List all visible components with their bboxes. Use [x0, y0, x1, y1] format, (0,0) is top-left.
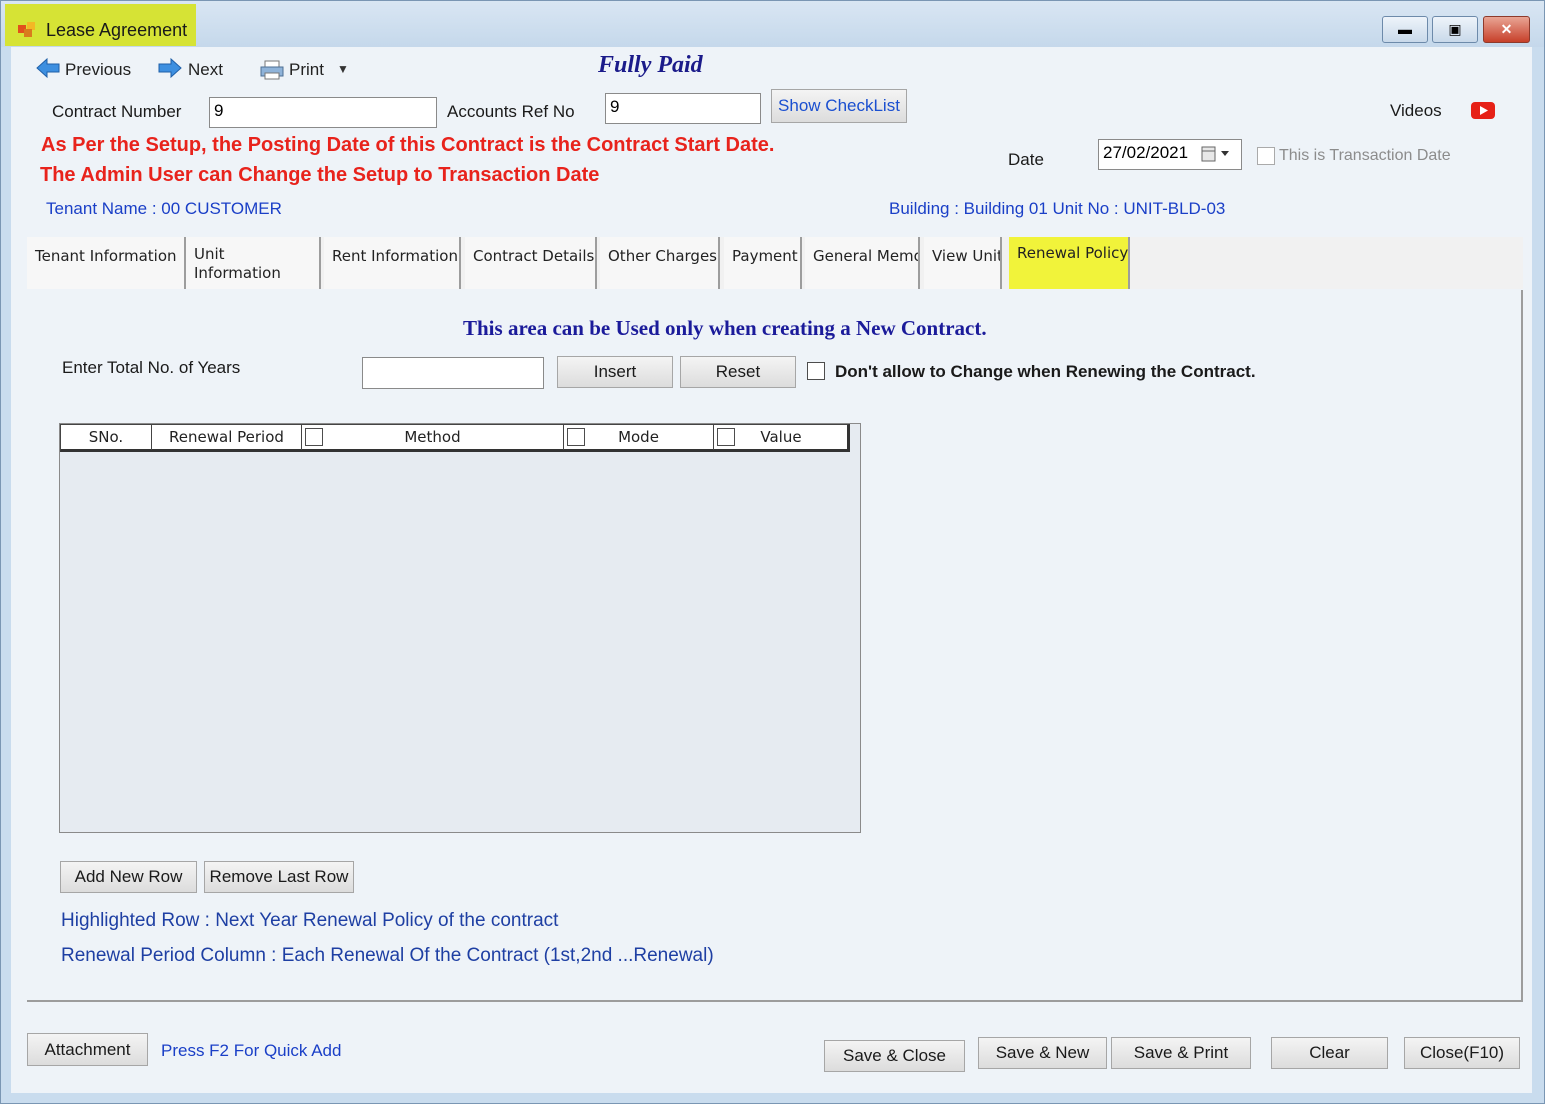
tab-other-charges[interactable]: Other Charges [600, 237, 720, 289]
transaction-date-label: This is Transaction Date [1279, 147, 1451, 164]
tenant-name: Tenant Name : 00 CUSTOMER [46, 199, 282, 218]
tab-payment[interactable]: Payment [724, 237, 802, 289]
column-value-label: Value [760, 428, 802, 446]
remove-last-row-button[interactable]: Remove Last Row [204, 861, 354, 893]
add-new-row-button[interactable]: Add New Row [60, 861, 197, 893]
transaction-date-checkbox[interactable] [1257, 147, 1275, 165]
method-select-all-checkbox[interactable] [305, 428, 323, 446]
dont-allow-change-checkbox[interactable] [807, 362, 825, 380]
tab-view-unit[interactable]: View Unit [924, 237, 1002, 289]
quick-add-hint: Press F2 For Quick Add [161, 1041, 342, 1060]
show-checklist-button[interactable]: Show CheckList [771, 89, 907, 123]
maximize-icon: ▣ [1448, 21, 1462, 37]
tab-rent-information[interactable]: Rent Information [324, 237, 461, 289]
minimize-button[interactable]: ▬ [1382, 16, 1428, 43]
previous-button[interactable]: Previous [65, 60, 131, 80]
save-print-button[interactable]: Save & Print [1111, 1037, 1251, 1069]
date-label: Date [1008, 150, 1044, 169]
tab-renewal-policy[interactable]: Renewal Policy [1009, 237, 1130, 289]
accounts-ref-field[interactable]: 9 [605, 93, 761, 124]
title-bar: Lease Agreement ▬ ▣ ✕ [1, 1, 1544, 47]
print-button[interactable]: Print [289, 60, 324, 80]
insert-button[interactable]: Insert [557, 356, 673, 388]
arrow-left-icon [36, 57, 60, 79]
save-close-button[interactable]: Save & Close [824, 1040, 965, 1072]
total-years-input[interactable] [362, 357, 544, 389]
close-f10-button[interactable]: Close(F10) [1404, 1037, 1520, 1069]
value-select-all-checkbox[interactable] [717, 428, 735, 446]
clear-button[interactable]: Clear [1271, 1037, 1388, 1069]
tab-tenant-information[interactable]: Tenant Information [27, 237, 186, 289]
calendar-icon[interactable] [1201, 146, 1235, 162]
payment-status: Fully Paid [598, 52, 703, 78]
accounts-ref-label: Accounts Ref No [447, 102, 575, 121]
building-unit-info: Building : Building 01 Unit No : UNIT-BL… [889, 199, 1226, 218]
column-value[interactable]: Value [714, 425, 848, 450]
renewal-policy-panel: This area can be Used only when creating… [27, 290, 1523, 1002]
total-years-label: Enter Total No. of Years [62, 358, 241, 377]
renewal-period-hint: Renewal Period Column : Each Renewal Of … [61, 945, 714, 966]
column-sno[interactable]: SNo. [61, 425, 152, 450]
contract-number-label: Contract Number [52, 102, 182, 121]
close-window-button[interactable]: ✕ [1483, 16, 1530, 43]
tab-contract-details[interactable]: Contract Details [465, 237, 597, 289]
contract-number-field[interactable]: 9 [209, 97, 437, 128]
renewal-grid[interactable]: SNo. Renewal Period Method Mode Value [59, 423, 861, 833]
next-button[interactable]: Next [188, 60, 223, 80]
tab-strip: Tenant Information Unit Information Rent… [27, 237, 1523, 289]
column-mode-label: Mode [618, 428, 659, 446]
attachment-button[interactable]: Attachment [27, 1033, 148, 1066]
app-icon [18, 22, 35, 37]
lease-agreement-window: Lease Agreement ▬ ▣ ✕ Previous Next Prin… [0, 0, 1545, 1104]
form-client-area: Previous Next Print ▼ Fully Paid Contrac… [11, 47, 1532, 1093]
close-icon: ✕ [1500, 21, 1513, 37]
new-contract-notice: This area can be Used only when creating… [463, 316, 987, 340]
printer-icon [260, 60, 284, 80]
arrow-right-icon [158, 57, 182, 79]
maximize-button[interactable]: ▣ [1432, 16, 1478, 43]
tab-general-memo[interactable]: General Memo [805, 237, 920, 289]
reset-button[interactable]: Reset [680, 356, 796, 388]
dont-allow-change-label: Don't allow to Change when Renewing the … [835, 362, 1256, 381]
tab-unit-information[interactable]: Unit Information [186, 237, 321, 289]
grid-header: SNo. Renewal Period Method Mode Value [60, 424, 850, 452]
highlighted-row-hint: Highlighted Row : Next Year Renewal Poli… [61, 910, 559, 931]
posting-date-warning: As Per the Setup, the Posting Date of th… [41, 134, 775, 156]
minimize-icon: ▬ [1398, 21, 1412, 37]
column-method[interactable]: Method [302, 425, 564, 450]
mode-select-all-checkbox[interactable] [567, 428, 585, 446]
admin-setup-warning: The Admin User can Change the Setup to T… [40, 164, 600, 186]
save-new-button[interactable]: Save & New [978, 1037, 1107, 1069]
videos-label: Videos [1390, 101, 1442, 120]
dropdown-arrow-icon[interactable]: ▼ [337, 62, 349, 76]
date-value: 27/02/2021 [1103, 143, 1189, 162]
youtube-icon[interactable] [1471, 102, 1495, 119]
column-renewal-period[interactable]: Renewal Period [152, 425, 302, 450]
column-mode[interactable]: Mode [564, 425, 714, 450]
window-title: Lease Agreement [46, 20, 188, 40]
column-method-label: Method [404, 428, 461, 446]
